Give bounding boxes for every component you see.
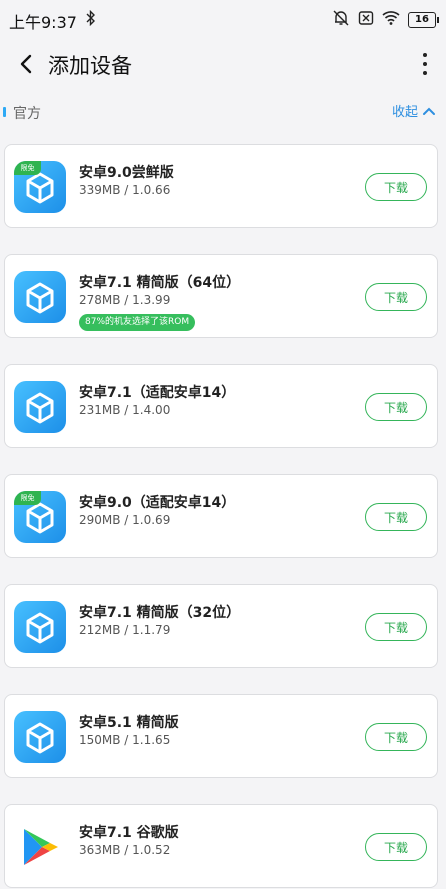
back-arrow-icon xyxy=(20,54,32,74)
rom-name: 安卓7.1（适配安卓14） xyxy=(79,385,236,401)
rom-card[interactable]: 安卓7.1（适配安卓14） 231MB / 1.4.00 下载 xyxy=(4,364,438,448)
section-accent-bar xyxy=(3,107,6,117)
vm-icon xyxy=(14,271,66,323)
rom-size-version: 231MB / 1.4.00 xyxy=(79,403,171,417)
collapse-button[interactable]: 收起 xyxy=(392,101,436,120)
rom-name: 安卓5.1 精简版 xyxy=(79,715,179,731)
rom-size-version: 290MB / 1.0.69 xyxy=(79,513,171,527)
download-button[interactable]: 下载 xyxy=(365,833,427,861)
vm-icon: 限免 xyxy=(14,161,66,213)
battery-icon: 16 xyxy=(408,12,439,28)
rom-name: 安卓7.1 精简版（32位） xyxy=(79,605,241,621)
download-button[interactable]: 下载 xyxy=(365,503,427,531)
app-header: 添加设备 xyxy=(0,40,446,90)
section-header: 官方 收起 xyxy=(0,98,446,126)
section-title: 官方 xyxy=(13,106,41,122)
rom-card[interactable]: 限免 安卓9.0尝鲜版 339MB / 1.0.66 下载 xyxy=(4,144,438,228)
download-button[interactable]: 下载 xyxy=(365,283,427,311)
rom-size-version: 212MB / 1.1.79 xyxy=(79,623,171,637)
vm-icon xyxy=(14,711,66,763)
rom-card[interactable]: 安卓7.1 谷歌版 363MB / 1.0.52 下载 xyxy=(4,804,438,888)
page-title: 添加设备 xyxy=(48,54,132,78)
download-button[interactable]: 下载 xyxy=(365,723,427,751)
rom-card[interactable]: 安卓7.1 精简版（32位） 212MB / 1.1.79 下载 xyxy=(4,584,438,668)
rom-card[interactable]: 安卓5.1 精简版 150MB / 1.1.65 下载 xyxy=(4,694,438,778)
wifi-icon xyxy=(382,10,400,30)
download-button[interactable]: 下载 xyxy=(365,613,427,641)
rom-name: 安卓7.1 谷歌版 xyxy=(79,825,179,841)
rom-card[interactable]: 安卓7.1 精简版（64位） 278MB / 1.3.99 87%的机友选择了该… xyxy=(4,254,438,338)
vm-icon xyxy=(14,601,66,653)
vm-icon: 限免 xyxy=(14,491,66,543)
collapse-label: 收起 xyxy=(391,105,418,120)
google-play-icon xyxy=(14,821,66,873)
rom-card[interactable]: 限免 安卓9.0（适配安卓14） 290MB / 1.0.69 下载 xyxy=(4,474,438,558)
vm-icon xyxy=(14,381,66,433)
status-bar: 上午9:37 16 xyxy=(0,0,446,38)
rom-size-version: 339MB / 1.0.66 xyxy=(79,183,171,197)
bluetooth-icon xyxy=(86,9,96,30)
rom-size-version: 363MB / 1.0.52 xyxy=(79,843,171,857)
sim-off-icon xyxy=(358,10,374,30)
free-badge: 限免 xyxy=(14,491,41,505)
rom-name: 安卓9.0（适配安卓14） xyxy=(79,495,236,511)
download-button[interactable]: 下载 xyxy=(365,173,427,201)
status-time: 上午9:37 xyxy=(9,13,77,32)
rom-name: 安卓7.1 精简版（64位） xyxy=(79,275,241,291)
mute-icon xyxy=(332,9,350,31)
free-badge: 限免 xyxy=(14,161,41,175)
back-button[interactable] xyxy=(8,46,44,82)
more-options-button[interactable] xyxy=(414,46,436,82)
rom-name: 安卓9.0尝鲜版 xyxy=(79,165,174,181)
more-dot-icon xyxy=(423,53,427,57)
download-button[interactable]: 下载 xyxy=(365,393,427,421)
rom-size-version: 150MB / 1.1.65 xyxy=(79,733,171,747)
popularity-tag: 87%的机友选择了该ROM xyxy=(79,314,196,331)
chevron-up-icon xyxy=(423,107,435,115)
rom-size-version: 278MB / 1.3.99 xyxy=(79,293,171,307)
